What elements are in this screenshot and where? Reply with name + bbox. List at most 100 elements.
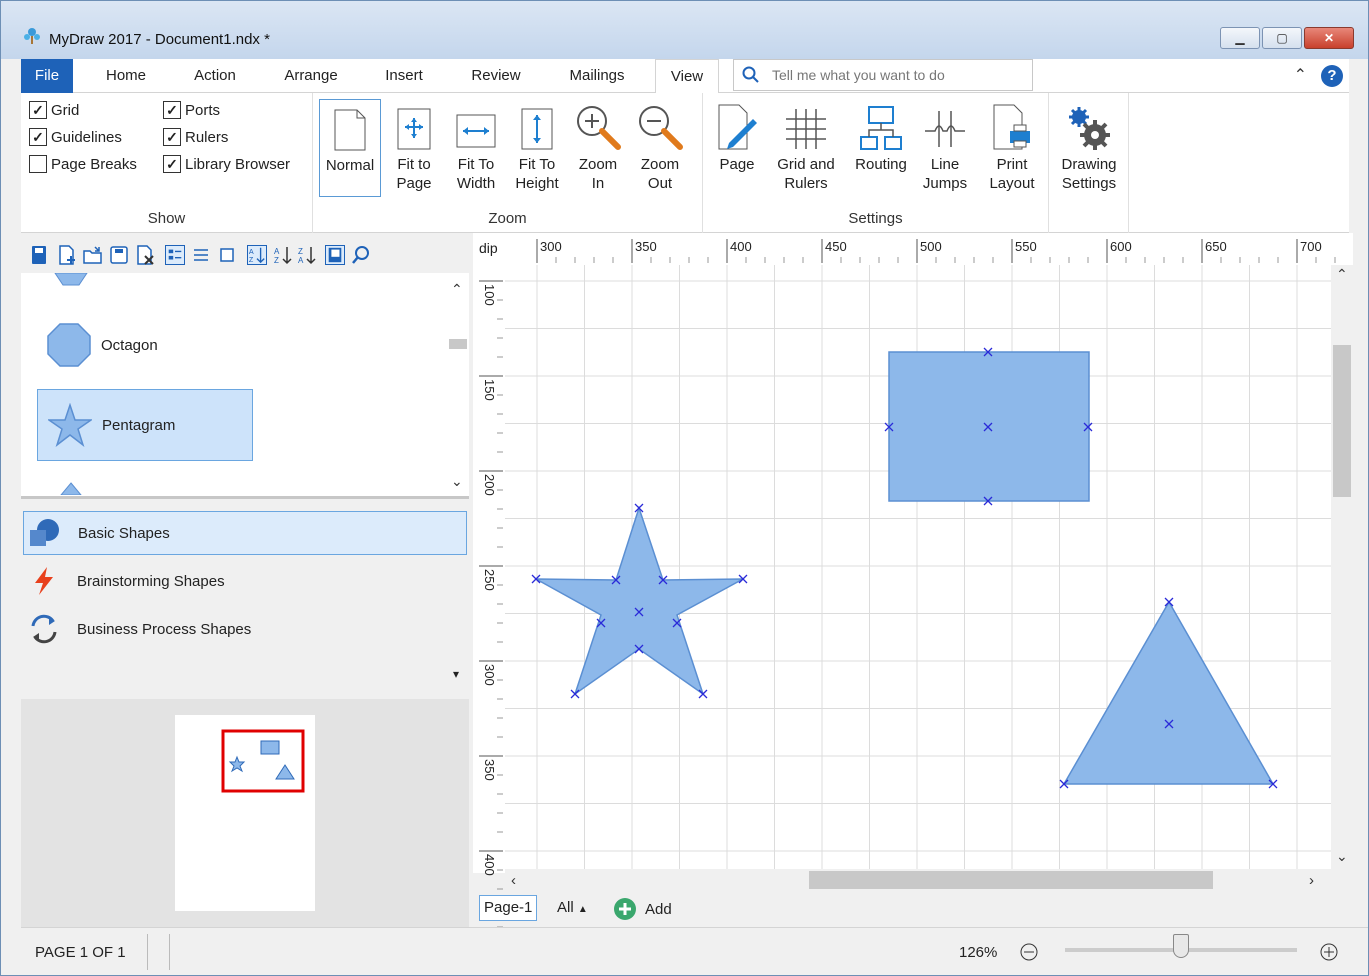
tell-me-placeholder: Tell me what you want to do [772,67,945,83]
tab-file[interactable]: File [21,59,73,93]
search-icon [742,66,759,83]
guidelines-checkmark-icon: ✓ [29,128,47,146]
scroll-left-icon[interactable]: ‹ [511,872,516,889]
library-browser-label: Library Browser [185,155,291,173]
process-cycle-icon [31,614,57,644]
horizontal-scroll-thumb[interactable] [809,871,1213,889]
zoom-out-button[interactable]: Zoom Out [633,99,687,193]
page-breaks-box [29,155,47,173]
zoom-level: 126% [959,944,998,961]
zoom-in-button[interactable]: Zoom In [571,99,625,193]
app-logo-icon [24,28,40,44]
shapes-scrollbar[interactable]: ⌃ ⌄ [447,273,469,496]
tell-me-search[interactable]: Tell me what you want to do [733,59,1033,91]
grid-and-rulers-button[interactable]: Grid and Rulers [771,99,841,193]
ports-checkbox[interactable]: ✓ Ports [163,101,220,119]
fit-to-width-button[interactable]: Fit To Width [447,99,505,193]
brainstorming-shapes-label: Brainstorming Shapes [77,572,225,590]
zoom-out-small-icon[interactable] [1019,942,1039,962]
tab-arrange[interactable]: Arrange [269,59,353,93]
list-view-icon[interactable] [191,245,211,265]
h-ruler-tick-label: 450 [825,239,847,254]
scroll-up-icon[interactable]: ⌃ [1336,266,1348,282]
vertical-scroll-thumb[interactable] [1333,345,1351,497]
help-icon[interactable]: ? [1321,65,1343,87]
window-title: MyDraw 2017 - Document1.ndx * [49,31,270,48]
guidelines-checkbox[interactable]: ✓ Guidelines [29,128,122,146]
tab-insert[interactable]: Insert [369,59,439,93]
rulers-checkbox[interactable]: ✓ Rulers [163,128,228,146]
all-pages-dropdown[interactable]: All ▲ [557,899,588,916]
sort-descending-icon[interactable]: ZA [297,245,317,265]
h-ruler-tick-label: 550 [1015,239,1037,254]
search-shapes-icon[interactable] [351,245,371,265]
add-page-button[interactable]: Add [613,897,672,921]
add-icon [614,898,636,920]
settings-group-label: Settings [848,210,903,227]
zoom-in-small-icon[interactable] [1319,942,1339,962]
zoom-in-icon [577,106,621,150]
drawing-canvas[interactable]: dip 300 350 400 450 500 550 600 650 700 100 150 20… [473,233,1355,928]
scroll-up-icon[interactable]: ⌃ [451,281,463,298]
grid-checkbox[interactable]: ✓ Grid [29,101,79,119]
save-library-icon[interactable] [29,245,49,265]
grid-checkmark-icon: ✓ [29,101,47,119]
close-icon[interactable]: ✕ [1304,27,1354,49]
library-brainstorming-shapes[interactable]: Brainstorming Shapes [23,559,467,603]
fit-to-page-button[interactable]: Fit to Page [385,99,443,193]
zoom-slider-thumb[interactable] [1173,934,1189,958]
page-breaks-checkbox[interactable]: Page Breaks [29,155,137,173]
zoom-in-label-1: Zoom [578,156,618,173]
routing-button[interactable]: Routing [849,99,913,174]
zoom-out-label-2: Out [647,175,673,192]
tab-review[interactable]: Review [453,59,539,93]
v-ruler-tick-label: 250 [482,569,497,591]
v-ruler-tick-label: 300 [482,664,497,686]
collapse-ribbon-icon[interactable]: ⌃ [1294,65,1307,85]
tab-view[interactable]: View [655,59,719,94]
icons-only-view-icon[interactable] [217,245,237,265]
maximize-icon[interactable]: ▢ [1262,27,1302,49]
page-tab[interactable]: Page-1 [479,895,538,921]
grid-icon [786,109,826,149]
library-business-process-shapes[interactable]: Business Process Shapes [23,607,467,651]
minimize-icon[interactable]: ▁ [1220,27,1260,49]
overview-thumbnail[interactable] [175,715,315,911]
icons-and-names-view-icon[interactable] [165,245,185,265]
library-basic-shapes[interactable]: Basic Shapes [23,511,467,555]
print-layout-button[interactable]: Print Layout [983,99,1041,193]
library-list: Basic Shapes Brainstorming Shapes Busine… [21,501,469,699]
sort-icon[interactable]: AZ [247,245,267,265]
shape-octagon[interactable]: Octagon [37,309,253,381]
h-ruler-tick-label: 400 [730,239,752,254]
normal-button[interactable]: Normal [319,99,381,197]
library-browser-checkbox[interactable]: ✓ Library Browser [163,155,290,173]
v-ruler-tick-label: 200 [482,474,497,496]
shape-pentagram[interactable]: Pentagram [37,389,253,461]
sort-ascending-icon[interactable]: AZ [273,245,293,265]
tab-action[interactable]: Action [177,59,253,93]
line-jumps-button[interactable]: Line Jumps [919,99,971,193]
pentagram-icon [48,403,92,447]
drawing-settings-group: Drawing Settings [1049,93,1129,233]
close-library-icon[interactable] [135,245,155,265]
open-library-icon[interactable] [83,245,103,265]
tab-mailings[interactable]: Mailings [553,59,641,93]
basic-shapes-label: Basic Shapes [78,524,170,542]
drawing-settings-button[interactable]: Drawing Settings [1055,99,1123,193]
save-as-library-icon[interactable] [109,245,129,265]
scroll-right-icon[interactable]: › [1309,872,1314,889]
scroll-thumb[interactable] [449,339,467,349]
pentagram-label: Pentagram [102,416,176,434]
scroll-down-icon[interactable]: ⌄ [451,473,463,490]
fit-to-height-button[interactable]: Fit To Height [509,99,565,193]
zoom-group-label: Zoom [488,210,527,227]
scroll-down-icon[interactable]: ⌄ [1336,848,1348,864]
library-browser-icon[interactable] [325,245,345,265]
fit-to-height-icon [521,108,553,150]
normal-page-icon [334,109,366,151]
new-library-icon[interactable] [57,245,77,265]
tab-home[interactable]: Home [89,59,163,93]
more-libraries-icon[interactable]: ▾ [453,667,459,681]
page-button[interactable]: Page [711,99,763,174]
